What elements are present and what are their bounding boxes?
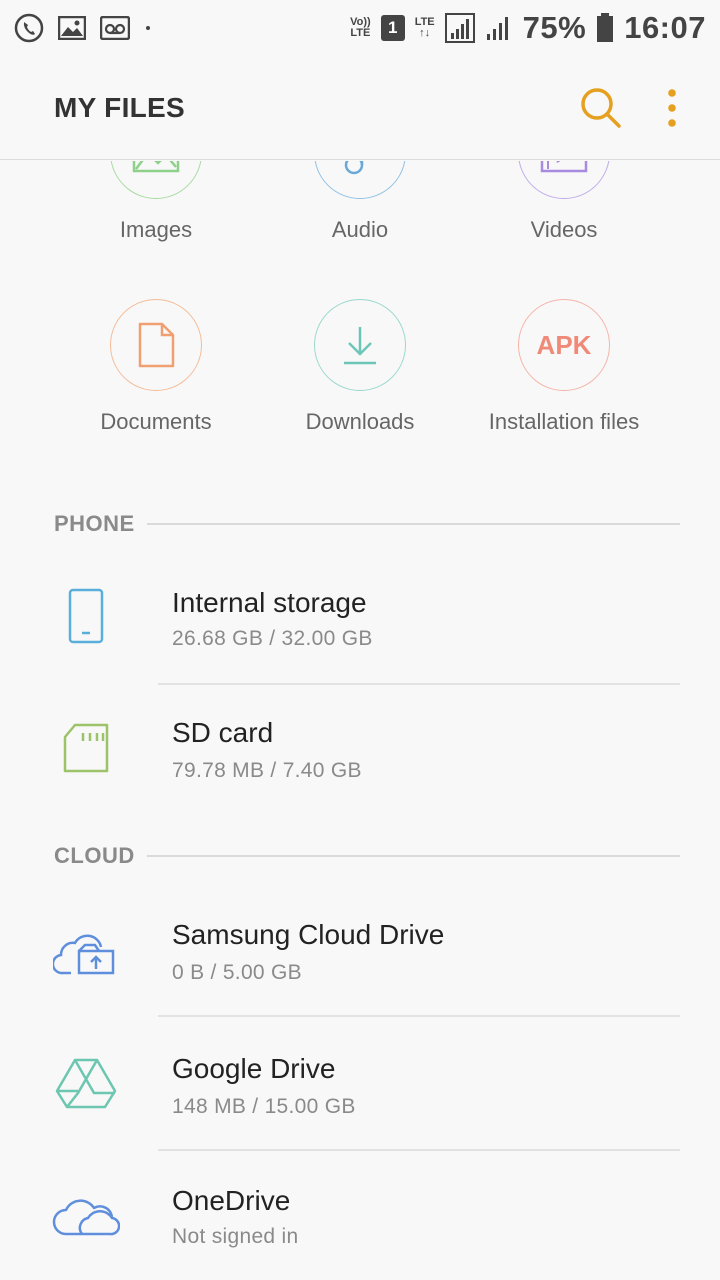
- category-audio[interactable]: Audio: [250, 161, 470, 243]
- battery-icon: [596, 13, 614, 43]
- storage-detail: 148 MB / 15.00 GB: [172, 1095, 356, 1118]
- storage-samsung-cloud[interactable]: Samsung Cloud Drive 0 B / 5.00 GB: [0, 885, 720, 1015]
- apk-icon: APK: [536, 329, 592, 360]
- search-button[interactable]: [558, 65, 644, 151]
- page-title: MY FILES: [54, 91, 186, 123]
- status-bar: Vo)) LTE 1 LTE ↑↓ 75% 16:07: [0, 0, 720, 56]
- category-label: Videos: [530, 217, 598, 242]
- battery-percent: 75%: [522, 10, 587, 45]
- signal-icon: [444, 13, 475, 43]
- cloud-upload-icon: [53, 934, 115, 975]
- storage-detail: 0 B / 5.00 GB: [172, 961, 302, 984]
- category-images[interactable]: Images: [46, 161, 266, 243]
- google-drive-icon: [55, 1058, 117, 1109]
- section-divider: [146, 855, 680, 857]
- download-icon: [344, 327, 376, 365]
- storage-google-drive-icon-wrap: [50, 1047, 122, 1119]
- category-label: Installation files: [488, 409, 640, 434]
- sd-card-icon: [63, 723, 109, 773]
- search-icon: [581, 87, 621, 128]
- storage-onedrive-icon-wrap: [50, 1179, 122, 1251]
- category-documents-circle: [110, 299, 202, 391]
- app-bar: MY FILES: [0, 56, 720, 160]
- category-label: Audio: [331, 217, 389, 242]
- storage-internal-icon-wrap: [50, 580, 122, 652]
- notification-dot-icon: [144, 24, 152, 32]
- category-images-circle: [110, 161, 202, 199]
- video-icon: [540, 161, 588, 173]
- more-options-button[interactable]: [644, 65, 700, 151]
- lte-indicator: LTE ↑↓: [415, 17, 435, 39]
- main-content: Images Audio Videos Documents Downloads …: [0, 161, 720, 1280]
- category-label: Images: [119, 217, 193, 242]
- storage-name: SD card: [172, 717, 274, 748]
- section-cloud: CLOUD: [54, 843, 680, 869]
- data-arrows-icon: ↑↓: [419, 27, 431, 39]
- volte-bottom-text: LTE: [350, 27, 371, 39]
- category-label: Downloads: [305, 409, 415, 434]
- storage-sd-icon-wrap: [50, 712, 122, 784]
- category-videos-circle: [518, 161, 610, 199]
- sim-badge: 1: [380, 15, 405, 41]
- category-downloads-circle: [314, 299, 406, 391]
- storage-name: Google Drive: [172, 1053, 336, 1084]
- storage-google-drive[interactable]: Google Drive 148 MB / 15.00 GB: [0, 1017, 720, 1147]
- storage-detail: Not signed in: [172, 1225, 299, 1248]
- onedrive-icon: [52, 1199, 120, 1236]
- storage-name: Internal storage: [172, 587, 367, 618]
- signal-2-icon: [485, 14, 513, 42]
- storage-samsung-cloud-icon-wrap: [50, 915, 122, 987]
- section-phone: PHONE: [54, 511, 680, 537]
- storage-detail: 26.68 GB / 32.00 GB: [172, 627, 373, 650]
- music-note-icon: [344, 161, 364, 175]
- storage-name: Samsung Cloud Drive: [172, 919, 445, 950]
- storage-onedrive[interactable]: OneDrive Not signed in: [0, 1151, 720, 1280]
- section-label: PHONE: [54, 511, 135, 536]
- section-divider: [146, 523, 680, 525]
- gallery-icon: [58, 16, 86, 40]
- category-installation-files-circle: APK: [518, 299, 610, 391]
- voicemail-icon: [100, 16, 130, 40]
- storage-name: OneDrive: [172, 1185, 291, 1216]
- storage-internal[interactable]: Internal storage 26.68 GB / 32.00 GB: [0, 553, 720, 683]
- more-vert-icon: [668, 88, 676, 127]
- category-grid: Images Audio Videos Documents Downloads …: [0, 161, 720, 461]
- category-installation-files[interactable]: APK Installation files: [454, 299, 674, 435]
- category-label: Documents: [100, 409, 212, 434]
- clock: 16:07: [624, 10, 706, 45]
- call-icon: [14, 13, 44, 43]
- image-icon: [132, 161, 180, 173]
- category-videos[interactable]: Videos: [454, 161, 674, 243]
- phone-icon: [68, 588, 104, 644]
- section-label: CLOUD: [54, 843, 135, 868]
- category-downloads[interactable]: Downloads: [250, 299, 470, 435]
- storage-sd-card[interactable]: SD card 79.78 MB / 7.40 GB: [0, 685, 720, 815]
- category-audio-circle: [314, 161, 406, 199]
- category-documents[interactable]: Documents: [46, 299, 266, 435]
- document-icon: [138, 322, 175, 368]
- storage-detail: 79.78 MB / 7.40 GB: [172, 759, 362, 782]
- volte-indicator: Vo)) LTE: [350, 17, 371, 39]
